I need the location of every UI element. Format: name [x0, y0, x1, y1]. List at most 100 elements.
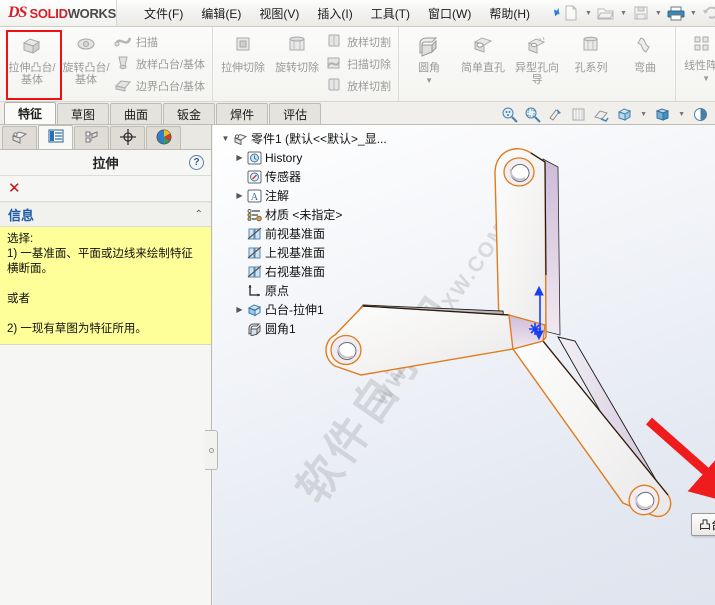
- tree-item-front-plane[interactable]: 前视基准面: [219, 224, 434, 243]
- loft-boss-button[interactable]: 放样凸台/基体: [113, 54, 209, 74]
- graphics-area[interactable]: 软件自学网 WWW.RJZXW.COM: [213, 125, 715, 605]
- sweep-cut-label: 扫描切除: [347, 59, 392, 71]
- flex-icon: [634, 35, 656, 60]
- fillet-dropdown-arrow[interactable]: ▼: [402, 75, 456, 87]
- extrude-cut-button[interactable]: 拉伸切除: [216, 31, 270, 97]
- revolve-boss-icon: [74, 35, 98, 60]
- feature-tree-tab[interactable]: [2, 126, 37, 149]
- menu-window[interactable]: 窗口(W): [419, 1, 480, 26]
- configuration-manager-tab[interactable]: [74, 126, 109, 149]
- open-document-icon[interactable]: [595, 2, 617, 24]
- message-section-header[interactable]: 信息 ⌃: [0, 202, 211, 227]
- view-orientation-icon[interactable]: [591, 104, 612, 124]
- tab-sheetmetal[interactable]: 钣金: [163, 103, 216, 124]
- menu-insert[interactable]: 插入(I): [308, 1, 361, 26]
- manager-tab-strip: [0, 125, 211, 150]
- tab-surfaces[interactable]: 曲面: [110, 103, 163, 124]
- linear-pattern-button[interactable]: 线性阵列 ▼: [679, 31, 715, 97]
- tree-item-part[interactable]: ▼ 零件1 (默认<<默认>_显...: [219, 129, 434, 148]
- material-icon: [246, 208, 263, 222]
- save-caret[interactable]: ▼: [652, 10, 665, 17]
- panel-splitter-handle[interactable]: [205, 430, 218, 470]
- message-section-title: 信息: [8, 208, 35, 223]
- sweep-button[interactable]: 扫描: [113, 32, 209, 52]
- menu-tools[interactable]: 工具(T): [362, 1, 419, 26]
- tree-item-sensors[interactable]: 传感器: [219, 167, 434, 186]
- menu-file[interactable]: 文件(F): [135, 1, 192, 26]
- zoom-to-fit-icon[interactable]: [499, 104, 520, 124]
- tree-item-boss-extrude1[interactable]: ▶ 凸台-拉伸1: [219, 300, 434, 319]
- menu-help[interactable]: 帮助(H): [480, 1, 539, 26]
- hide-show-caret[interactable]: ▼: [675, 111, 688, 118]
- ribbon-group-pattern: 线性阵列 ▼ 筋 拔模 抽壳 包覆: [676, 27, 715, 101]
- menu-view[interactable]: 视图(V): [250, 1, 308, 26]
- annotations-expander[interactable]: ▶: [233, 191, 246, 200]
- property-manager-tab[interactable]: [38, 125, 73, 149]
- tab-sketch[interactable]: 草图: [57, 103, 110, 124]
- extrude-boss-label: 拉伸凸台/基体: [8, 62, 56, 86]
- zoom-to-area-icon[interactable]: [522, 104, 543, 124]
- cut-small-items: 放样切割 扫描切除 放样切割: [324, 32, 395, 96]
- dimxpert-icon: [119, 128, 136, 148]
- boundary-cut-button[interactable]: 放样切割: [324, 76, 395, 96]
- print-icon[interactable]: [665, 2, 687, 24]
- loft-cut-button[interactable]: 放样切割: [324, 32, 395, 52]
- linear-pattern-dropdown-arrow[interactable]: ▼: [679, 73, 715, 85]
- print-caret[interactable]: ▼: [687, 10, 700, 17]
- extrude-boss-button[interactable]: 拉伸凸台/基体: [5, 31, 59, 97]
- revolve-cut-label: 旋转切除: [275, 62, 320, 74]
- revolve-cut-icon: [286, 35, 308, 60]
- tree-item-history-label: History: [265, 150, 303, 165]
- fillet-button[interactable]: 圆角 ▼: [402, 31, 456, 97]
- display-style-caret[interactable]: ▼: [637, 111, 650, 118]
- feature-tooltip: 凸台-拉伸1: [691, 513, 715, 536]
- tree-item-fillet1[interactable]: 圆角1: [219, 319, 434, 338]
- previous-view-icon[interactable]: [545, 104, 566, 124]
- sweep-cut-button[interactable]: 扫描切除: [324, 54, 395, 74]
- new-document-caret[interactable]: ▼: [582, 10, 595, 17]
- cancel-button[interactable]: ✕: [8, 181, 21, 196]
- hide-show-items-icon[interactable]: [652, 104, 673, 124]
- sweep-icon: [114, 33, 132, 51]
- help-icon[interactable]: ?: [189, 155, 204, 170]
- apply-scene-icon[interactable]: [690, 104, 711, 124]
- flex-button[interactable]: 弯曲: [618, 31, 672, 97]
- loft-boss-label: 放样凸台/基体: [136, 59, 206, 71]
- feature-tree: ▼ 零件1 (默认<<默认>_显... ▶ History 传感器 ▶ A 注解…: [219, 129, 434, 338]
- revolve-cut-button[interactable]: 旋转切除: [270, 31, 324, 97]
- tree-item-origin[interactable]: 原点: [219, 281, 434, 300]
- display-style-icon[interactable]: [614, 104, 635, 124]
- open-document-caret[interactable]: ▼: [617, 10, 630, 17]
- solidworks-wordmark: SOLIDWORKS: [29, 5, 117, 21]
- plane-icon: [246, 246, 263, 260]
- tree-item-top-plane-label: 上视基准面: [265, 246, 326, 260]
- boss-extrude1-expander[interactable]: ▶: [233, 305, 246, 314]
- hole-series-button[interactable]: 孔系列: [564, 31, 618, 97]
- save-icon[interactable]: [630, 2, 652, 24]
- menu-edit[interactable]: 编辑(E): [192, 1, 250, 26]
- tab-features[interactable]: 特征: [4, 102, 57, 124]
- boundary-boss-button[interactable]: 边界凸台/基体: [113, 76, 209, 96]
- annotations-icon: A: [246, 189, 263, 203]
- display-manager-tab[interactable]: [146, 126, 181, 149]
- tree-item-top-plane[interactable]: 上视基准面: [219, 243, 434, 262]
- dimxpert-manager-tab[interactable]: [110, 126, 145, 149]
- part-expander[interactable]: ▼: [219, 134, 232, 143]
- property-manager-icon: [48, 129, 64, 146]
- revolve-boss-button[interactable]: 旋转凸台/基体: [59, 31, 113, 97]
- new-document-icon[interactable]: [560, 2, 582, 24]
- history-expander[interactable]: ▶: [233, 153, 246, 162]
- simple-hole-button[interactable]: 简单直孔: [456, 31, 510, 97]
- tree-item-material[interactable]: 材质 <未指定>: [219, 205, 434, 224]
- tree-item-right-plane[interactable]: 右视基准面: [219, 262, 434, 281]
- hole-wizard-button[interactable]: 异型孔向导: [510, 31, 564, 97]
- tree-item-annotations[interactable]: ▶ A 注解: [219, 186, 434, 205]
- tree-item-history[interactable]: ▶ History: [219, 148, 434, 167]
- tree-item-part-label: 零件1 (默认<<默认>_显...: [251, 132, 387, 146]
- tree-item-right-plane-label: 右视基准面: [265, 265, 326, 279]
- configuration-icon: [84, 129, 100, 147]
- section-view-icon[interactable]: [568, 104, 589, 124]
- sensors-icon: [246, 170, 263, 184]
- chevron-up-icon[interactable]: ⌃: [195, 209, 203, 220]
- undo-icon[interactable]: [700, 2, 715, 24]
